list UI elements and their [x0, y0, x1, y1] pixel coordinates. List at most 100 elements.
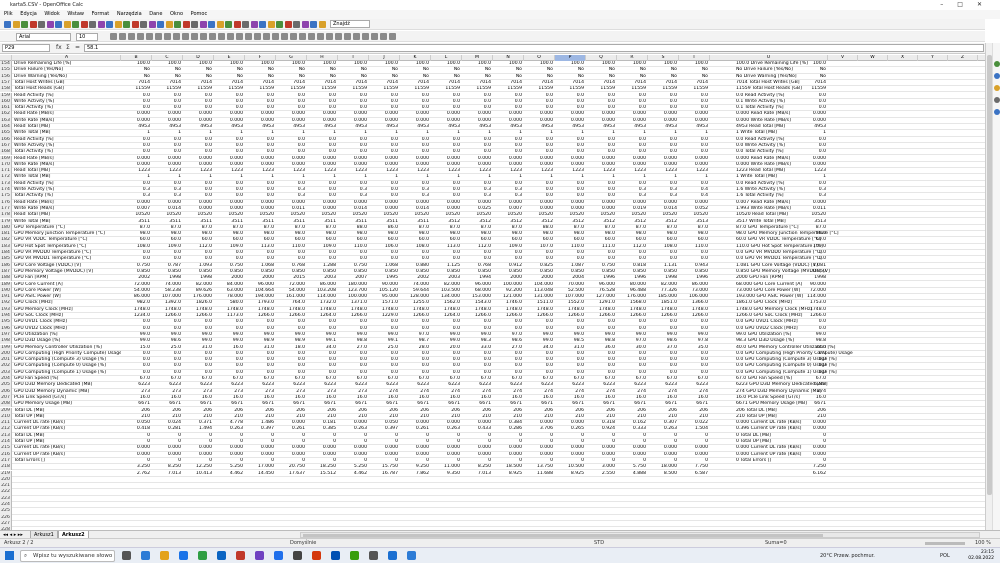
- menu-tools[interactable]: Narzędzia: [117, 11, 142, 17]
- taskbar-app-icon[interactable]: [236, 551, 245, 560]
- functions-icon[interactable]: [994, 109, 1000, 115]
- format-button-icon[interactable]: [236, 33, 243, 40]
- toolbar-button-icon[interactable]: [97, 21, 105, 28]
- equals-icon[interactable]: =: [75, 44, 80, 52]
- language-indicator[interactable]: POL: [940, 548, 950, 564]
- menu-format[interactable]: Format: [92, 11, 110, 17]
- format-button-icon[interactable]: [263, 33, 270, 40]
- toolbar-button-icon[interactable]: [293, 21, 300, 28]
- taskbar-app-icon[interactable]: [255, 551, 264, 560]
- hscroll-thumb[interactable]: [303, 534, 823, 537]
- format-button-icon[interactable]: [362, 33, 369, 40]
- format-button-icon[interactable]: [227, 33, 234, 40]
- taskbar-app-icon[interactable]: [331, 551, 340, 560]
- format-button-icon[interactable]: [344, 33, 351, 40]
- windows-start-icon[interactable]: [5, 551, 14, 560]
- toolbar-button-icon[interactable]: [38, 21, 45, 28]
- format-button-icon[interactable]: [290, 33, 297, 40]
- taskbar-search[interactable]: ⌕ Wpisz tu wyszukiwane słowo: [20, 550, 115, 562]
- taskbar-app-icon[interactable]: [388, 551, 397, 560]
- toolbar-button-icon[interactable]: [182, 21, 190, 28]
- menu-window[interactable]: Okno: [170, 11, 183, 17]
- toolbar-button-icon[interactable]: [148, 21, 156, 28]
- function-wizard-icon[interactable]: fx: [56, 44, 62, 52]
- format-button-icon[interactable]: [335, 33, 342, 40]
- format-button-icon[interactable]: [119, 33, 126, 40]
- taskbar-app-icon[interactable]: [293, 551, 302, 560]
- toolbar-button-icon[interactable]: [199, 21, 207, 28]
- toolbar-button-icon[interactable]: [318, 21, 326, 28]
- toolbar-button-icon[interactable]: [157, 21, 164, 28]
- toolbar-button-icon[interactable]: [12, 21, 20, 28]
- format-button-icon[interactable]: [389, 33, 396, 40]
- taskbar-app-icon[interactable]: [160, 551, 169, 560]
- taskbar-app-icon[interactable]: [350, 551, 359, 560]
- toolbar-button-icon[interactable]: [165, 21, 173, 28]
- menu-data[interactable]: Dane: [149, 11, 162, 17]
- menu-insert[interactable]: Wstaw: [67, 11, 84, 17]
- format-button-icon[interactable]: [299, 33, 306, 40]
- format-button-icon[interactable]: [272, 33, 279, 40]
- format-button-icon[interactable]: [146, 33, 153, 40]
- spreadsheet-grid[interactable]: ABCDEFGHIJKLMNOPQRSTUVWXYZ 154 Drive Rema…: [0, 55, 985, 530]
- format-button-icon[interactable]: [317, 33, 324, 40]
- zoom-slider[interactable]: [925, 542, 965, 545]
- toolbar-button-icon[interactable]: [46, 21, 54, 28]
- toolbar-button-icon[interactable]: [89, 21, 96, 28]
- toolbar-button-icon[interactable]: [301, 21, 309, 28]
- taskbar-app-icon[interactable]: [179, 551, 188, 560]
- format-button-icon[interactable]: [371, 33, 378, 40]
- toolbar-button-icon[interactable]: [216, 21, 224, 28]
- format-button-icon[interactable]: [191, 33, 198, 40]
- format-button-icon[interactable]: [200, 33, 207, 40]
- toolbar-button-icon[interactable]: [310, 21, 317, 28]
- styles-icon[interactable]: [994, 73, 1000, 79]
- toolbar-button-icon[interactable]: [4, 21, 11, 28]
- format-button-icon[interactable]: [173, 33, 180, 40]
- toolbar-button-icon[interactable]: [106, 21, 113, 28]
- toolbar-button-icon[interactable]: [114, 21, 122, 28]
- window-controls[interactable]: –□✕: [940, 0, 996, 10]
- format-button-icon[interactable]: [245, 33, 252, 40]
- format-button-icon[interactable]: [254, 33, 261, 40]
- toolbar-button-icon[interactable]: [191, 21, 198, 28]
- toolbar-button-icon[interactable]: [284, 21, 292, 28]
- maximize-button[interactable]: □: [957, 1, 977, 8]
- toolbar-button-icon[interactable]: [242, 21, 249, 28]
- taskbar-app-icon[interactable]: [407, 551, 416, 560]
- cell-name-box[interactable]: P29: [2, 44, 50, 52]
- format-button-icon[interactable]: [326, 33, 333, 40]
- taskbar-app-icon[interactable]: [198, 551, 207, 560]
- toolbar-button-icon[interactable]: [29, 21, 37, 28]
- vertical-scrollbar[interactable]: [985, 43, 992, 530]
- toolbar-button-icon[interactable]: [208, 21, 215, 28]
- toolbar-button-icon[interactable]: [131, 21, 139, 28]
- toolbar-button-icon[interactable]: [250, 21, 258, 28]
- toolbar-button-icon[interactable]: [225, 21, 232, 28]
- toolbar-button-icon[interactable]: [259, 21, 266, 28]
- properties-icon[interactable]: [994, 61, 1000, 67]
- format-button-icon[interactable]: [380, 33, 387, 40]
- clock[interactable]: 23:15 02.08.2022: [968, 550, 994, 562]
- menu-file[interactable]: Plik: [4, 11, 13, 17]
- format-button-icon[interactable]: [164, 33, 171, 40]
- format-button-icon[interactable]: [137, 33, 144, 40]
- navigator-icon[interactable]: [994, 97, 1000, 103]
- close-button[interactable]: ✕: [977, 1, 996, 8]
- minimize-button[interactable]: –: [940, 1, 957, 8]
- toolbar-button-icon[interactable]: [72, 21, 79, 28]
- font-size-select[interactable]: 10: [76, 33, 98, 41]
- toolbar-button-icon[interactable]: [233, 21, 241, 28]
- toolbar-button-icon[interactable]: [276, 21, 283, 28]
- format-button-icon[interactable]: [110, 33, 117, 40]
- toolbar-button-icon[interactable]: [123, 21, 130, 28]
- toolbar-button-icon[interactable]: [174, 21, 181, 28]
- toolbar-button-icon[interactable]: [55, 21, 62, 28]
- weather-widget[interactable]: 20°C Przew. pochmur.: [820, 548, 875, 564]
- toolbar-button-icon[interactable]: [21, 21, 28, 28]
- formula-input[interactable]: 58.1: [84, 44, 984, 52]
- format-button-icon[interactable]: [218, 33, 225, 40]
- find-input[interactable]: Znajdź: [330, 20, 370, 28]
- toolbar-button-icon[interactable]: [140, 21, 147, 28]
- format-button-icon[interactable]: [155, 33, 162, 40]
